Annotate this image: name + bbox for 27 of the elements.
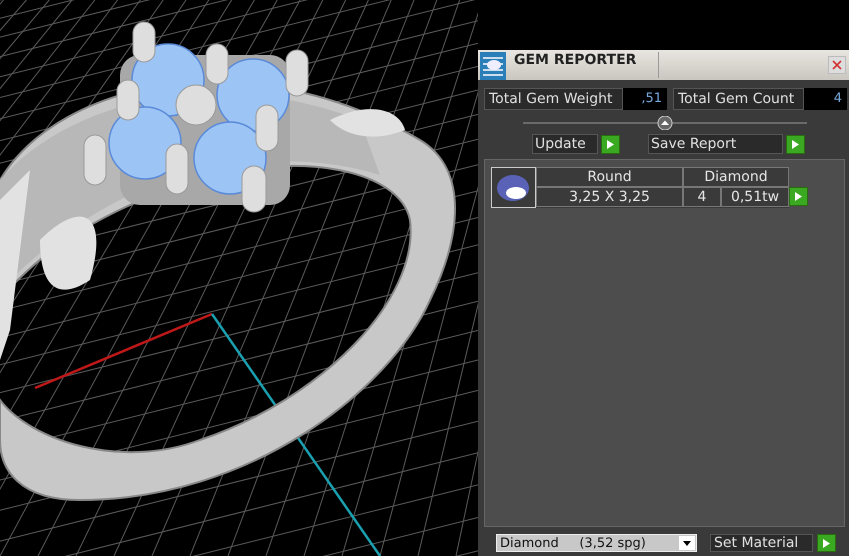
set-material-button[interactable] — [817, 534, 836, 552]
total-count-label: Total Gem Count — [673, 88, 804, 110]
total-weight-label: Total Gem Weight — [484, 88, 623, 110]
total-weight-value: ,51 — [623, 88, 667, 110]
play-icon — [795, 192, 802, 201]
set-material-label: Set Material — [710, 534, 813, 552]
play-icon — [607, 140, 614, 148]
gem-size-cell: 3,25 X 3,25 — [536, 187, 683, 207]
gem-count-cell: 4 — [683, 187, 721, 207]
play-icon — [823, 538, 830, 548]
gem-shape-cell: Round — [536, 167, 683, 187]
material-dropdown[interactable]: Diamond (3,52 spg) — [496, 534, 697, 552]
close-button[interactable] — [828, 56, 846, 74]
panel-title: GEM REPORTER — [513, 51, 638, 70]
gem-details-button[interactable] — [789, 187, 808, 206]
save-report-button[interactable] — [786, 134, 805, 154]
total-count-value: 4 — [804, 88, 847, 110]
report-list-icon — [480, 52, 506, 80]
action-label: Update — [532, 134, 598, 154]
gem-material-cell: Diamond — [683, 167, 789, 187]
action-label: Save Report — [648, 134, 783, 154]
update-button[interactable] — [601, 134, 620, 154]
collapse-handle[interactable] — [658, 116, 672, 130]
play-icon — [792, 140, 799, 148]
close-icon — [832, 60, 842, 70]
caret-icon — [683, 540, 691, 546]
gem-weight-cell: 0,51tw — [721, 187, 789, 207]
